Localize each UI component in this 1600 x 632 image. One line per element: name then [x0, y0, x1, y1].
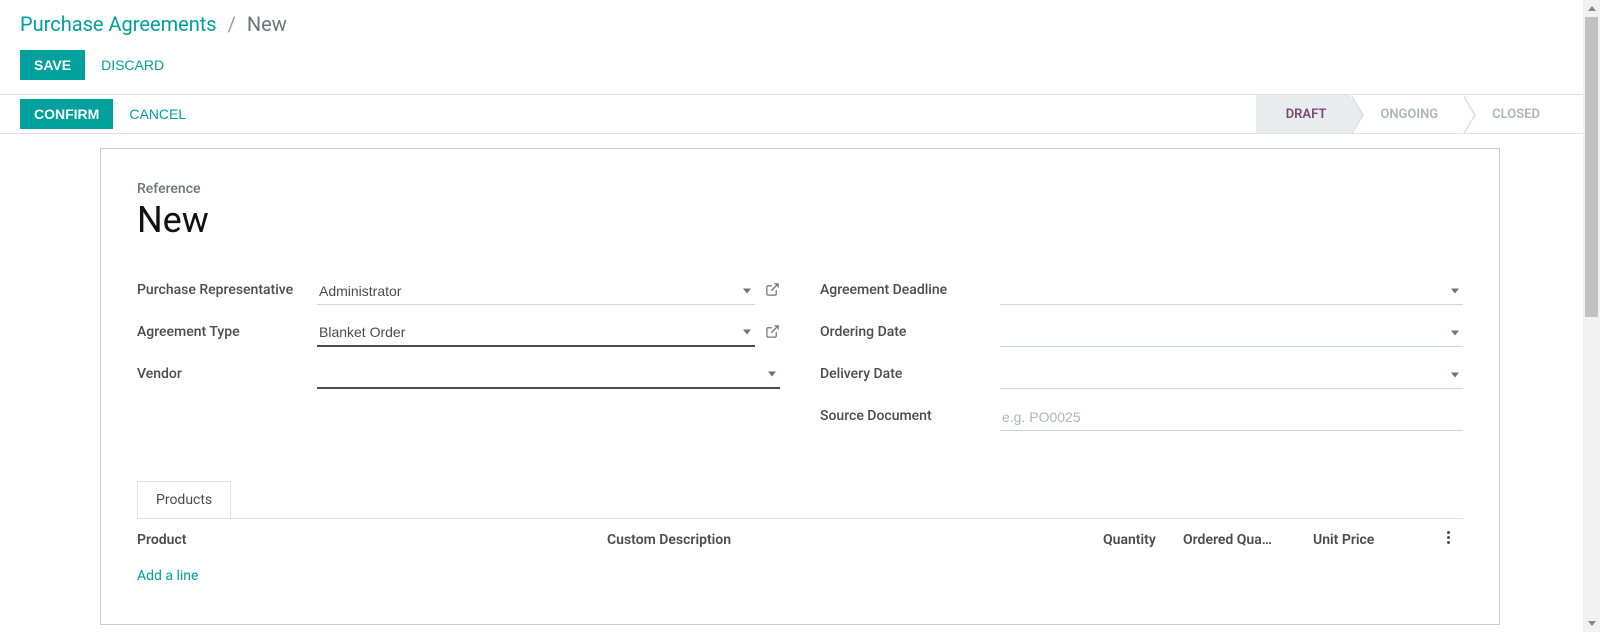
row-source-document: Source Document	[820, 403, 1463, 433]
reference-value: New	[137, 199, 1463, 241]
label-ordering-date: Ordering Date	[820, 319, 1000, 340]
breadcrumb-current: New	[247, 12, 287, 36]
input-purchase-representative[interactable]	[317, 277, 755, 305]
label-vendor: Vendor	[137, 361, 317, 382]
reference-label: Reference	[137, 181, 1463, 197]
col-header-description[interactable]: Custom Description	[607, 532, 1103, 548]
col-header-product[interactable]: Product	[137, 532, 607, 548]
chevron-down-icon	[768, 372, 776, 377]
status-step-closed[interactable]: CLOSED	[1462, 95, 1564, 133]
input-purchase-representative-text[interactable]	[319, 283, 731, 299]
form-col-right: Agreement Deadline Ordering Date	[820, 277, 1463, 445]
row-ordering-date: Ordering Date	[820, 319, 1463, 349]
breadcrumb-root-link[interactable]: Purchase Agreements	[20, 12, 217, 36]
input-delivery-date[interactable]	[1000, 361, 1463, 389]
label-agreement-type: Agreement Type	[137, 319, 317, 340]
form-grid: Purchase Representative Agreement Type	[137, 277, 1463, 445]
scroll-up-icon[interactable]	[1583, 0, 1600, 17]
chevron-down-icon	[1451, 288, 1459, 293]
input-vendor-text[interactable]	[319, 366, 756, 382]
row-purchase-representative: Purchase Representative	[137, 277, 780, 307]
products-table: Product Custom Description Quantity Orde…	[137, 518, 1463, 592]
external-link-icon[interactable]	[765, 324, 780, 343]
tabs: Products	[137, 481, 1463, 518]
row-agreement-deadline: Agreement Deadline	[820, 277, 1463, 307]
input-agreement-deadline[interactable]	[1000, 277, 1463, 305]
status-step-draft[interactable]: DRAFT	[1256, 95, 1351, 133]
save-button[interactable]: SAVE	[20, 50, 85, 80]
status-bar: CONFIRM CANCEL DRAFT ONGOING CLOSED	[0, 94, 1600, 134]
input-ordering-date-text[interactable]	[1002, 325, 1439, 341]
label-source-document: Source Document	[820, 403, 1000, 424]
status-step-ongoing[interactable]: ONGOING	[1350, 95, 1462, 133]
input-agreement-type-text[interactable]	[319, 324, 731, 340]
scrollbar-thumb[interactable]	[1585, 17, 1598, 317]
label-agreement-deadline: Agreement Deadline	[820, 277, 1000, 298]
confirm-button[interactable]: CONFIRM	[20, 99, 113, 129]
breadcrumb: Purchase Agreements / New	[20, 12, 1580, 36]
chevron-down-icon	[743, 330, 751, 335]
discard-button[interactable]: DISCARD	[101, 57, 164, 73]
label-delivery-date: Delivery Date	[820, 361, 1000, 382]
row-vendor: Vendor	[137, 361, 780, 391]
scrollbar[interactable]	[1583, 0, 1600, 632]
chevron-down-icon	[743, 288, 751, 293]
input-agreement-type[interactable]	[317, 319, 755, 347]
form-col-left: Purchase Representative Agreement Type	[137, 277, 780, 445]
input-agreement-deadline-text[interactable]	[1002, 283, 1439, 299]
label-purchase-representative: Purchase Representative	[137, 277, 317, 298]
breadcrumb-separator: /	[228, 12, 236, 36]
status-steps: DRAFT ONGOING CLOSED	[1256, 95, 1600, 133]
col-header-unit-price[interactable]: Unit Price	[1313, 532, 1433, 548]
table-body: Add a line	[137, 560, 1463, 592]
table-header: Product Custom Description Quantity Orde…	[137, 519, 1463, 560]
cancel-button[interactable]: CANCEL	[129, 106, 186, 122]
col-header-ordered[interactable]: Ordered Qua…	[1183, 532, 1313, 548]
top-action-bar: SAVE DISCARD	[0, 36, 1600, 94]
row-delivery-date: Delivery Date	[820, 361, 1463, 391]
kebab-icon	[1447, 529, 1450, 546]
form-sheet: Reference New Purchase Representative	[100, 148, 1500, 625]
input-delivery-date-text[interactable]	[1002, 367, 1439, 383]
input-source-document[interactable]	[1000, 403, 1463, 431]
col-header-quantity[interactable]: Quantity	[1103, 532, 1183, 548]
content-area: Reference New Purchase Representative	[0, 134, 1600, 625]
col-header-options[interactable]	[1433, 529, 1463, 550]
chevron-down-icon	[1451, 372, 1459, 377]
scroll-down-icon[interactable]	[1583, 615, 1600, 632]
status-actions: CONFIRM CANCEL	[20, 95, 186, 133]
row-agreement-type: Agreement Type	[137, 319, 780, 349]
input-ordering-date[interactable]	[1000, 319, 1463, 347]
input-source-document-text[interactable]	[1002, 409, 1461, 425]
add-line-link[interactable]: Add a line	[137, 568, 198, 584]
input-vendor[interactable]	[317, 361, 780, 389]
breadcrumb-bar: Purchase Agreements / New	[0, 0, 1600, 36]
tab-products[interactable]: Products	[137, 481, 231, 518]
chevron-down-icon	[1451, 330, 1459, 335]
external-link-icon[interactable]	[765, 282, 780, 301]
